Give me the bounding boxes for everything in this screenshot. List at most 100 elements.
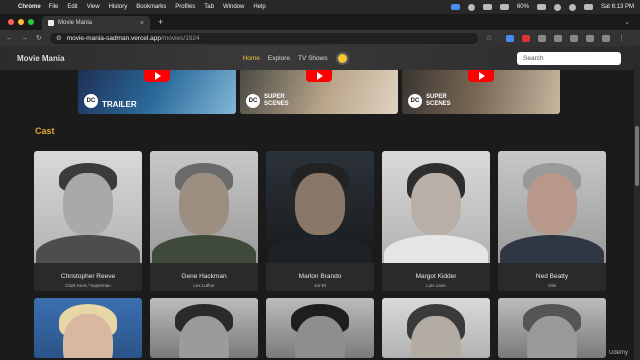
tab-movie-mania[interactable]: Movie Mania × xyxy=(42,16,150,30)
video-card[interactable]: DC SUPER SCENES xyxy=(240,70,398,114)
photo-shoulders xyxy=(384,235,488,263)
cast-name: Ned Beatty xyxy=(535,273,569,280)
cast-card[interactable] xyxy=(266,298,374,358)
search-input[interactable] xyxy=(517,52,621,65)
menu-history[interactable]: History xyxy=(109,4,128,10)
cast-card[interactable]: Marlon Brando Jor-El xyxy=(266,151,374,291)
theme-toggle-icon[interactable] xyxy=(337,53,347,63)
video-card[interactable]: DC SUPER SCENES xyxy=(402,70,560,114)
profile-avatar-icon[interactable] xyxy=(602,34,611,42)
site-header: Movie Mania Home Explore TV Shows xyxy=(0,46,634,70)
cast-card[interactable] xyxy=(382,298,490,358)
extension-icon-2[interactable] xyxy=(522,34,531,42)
cast-card[interactable] xyxy=(34,298,142,358)
play-icon[interactable] xyxy=(468,70,494,82)
menu-view[interactable]: View xyxy=(87,4,100,10)
menu-profiles[interactable]: Profiles xyxy=(175,4,195,10)
extension-icon-4[interactable] xyxy=(554,34,563,42)
dc-logo: DC xyxy=(84,94,98,108)
cast-card[interactable]: Gene Hackman Lex Luthor xyxy=(150,151,258,291)
new-tab-button[interactable]: + xyxy=(158,17,163,27)
forward-icon[interactable]: → xyxy=(21,35,28,42)
back-icon[interactable]: ← xyxy=(6,35,13,42)
cast-name: Marlon Brando xyxy=(298,273,342,280)
window-controls xyxy=(8,19,34,25)
cast-card[interactable]: Margot Kidder Lois Lane xyxy=(382,151,490,291)
status-icons: 60% Sat 6:13 PM xyxy=(450,3,634,11)
tab-strip: Movie Mania × + ⌄ xyxy=(0,14,640,30)
cast-heading: Cast xyxy=(35,126,55,136)
menu-bookmarks[interactable]: Bookmarks xyxy=(136,4,166,10)
cast-card[interactable]: Ned Beatty Otis xyxy=(498,151,606,291)
cast-card[interactable]: Christopher Reeve Clark Kent / Superman xyxy=(34,151,142,291)
page-scrollbar[interactable] xyxy=(634,46,640,360)
site-logo[interactable]: Movie Mania xyxy=(17,54,65,63)
cast-name: Gene Hackman xyxy=(181,273,227,280)
actor-photo xyxy=(266,298,374,358)
dc-logo: DC xyxy=(246,94,260,108)
nav-explore[interactable]: Explore xyxy=(268,55,290,62)
menu-file[interactable]: File xyxy=(49,4,59,10)
actor-photo xyxy=(34,151,142,263)
video-label-line2: SCENES xyxy=(426,101,451,107)
photo-face xyxy=(179,316,229,358)
control-center-icon[interactable] xyxy=(583,4,593,10)
minimize-window-button[interactable] xyxy=(18,19,24,25)
cloud-icon[interactable] xyxy=(482,4,492,10)
favicon-icon xyxy=(48,20,54,26)
photo-face xyxy=(411,173,461,235)
play-icon[interactable] xyxy=(144,70,170,82)
reload-icon[interactable]: ↻ xyxy=(36,34,42,42)
actor-photo xyxy=(498,298,606,358)
photo-shoulders xyxy=(268,235,372,263)
browser-menu-icon[interactable]: ⋮ xyxy=(618,34,625,42)
battery-percent: 60% xyxy=(516,4,529,10)
menu-clock[interactable]: Sat 6:13 PM xyxy=(601,4,634,10)
close-window-button[interactable] xyxy=(8,19,14,25)
close-tab-icon[interactable]: × xyxy=(140,20,144,27)
photo-face xyxy=(63,173,113,235)
extensions-puzzle-icon[interactable] xyxy=(570,34,579,42)
address-bar[interactable]: ⚙ movie-mania-sadman.vercel.app /movies/… xyxy=(49,32,478,44)
photo-face xyxy=(295,173,345,235)
bluetooth-icon[interactable] xyxy=(499,4,509,10)
zoom-window-button[interactable] xyxy=(28,19,34,25)
photo-shoulders xyxy=(36,235,140,263)
play-icon[interactable] xyxy=(306,70,332,82)
extension-icon-3[interactable] xyxy=(538,34,547,42)
spotlight-icon[interactable] xyxy=(568,3,576,11)
cast-role: Otis xyxy=(547,283,556,288)
menu-tab[interactable]: Tab xyxy=(204,4,214,10)
photo-face xyxy=(527,316,577,358)
sidebar-icon[interactable] xyxy=(586,34,595,42)
focus-icon[interactable] xyxy=(467,3,475,11)
screen-record-icon[interactable] xyxy=(450,4,460,10)
dc-logo: DC xyxy=(408,94,422,108)
scrollbar-thumb[interactable] xyxy=(635,126,639,186)
nav-home[interactable]: Home xyxy=(243,55,260,62)
cast-role: Jor-El xyxy=(314,283,326,288)
menu-help[interactable]: Help xyxy=(253,4,265,10)
menu-app-name[interactable]: Chrome xyxy=(18,4,41,10)
video-card[interactable]: DC TRAILER xyxy=(78,70,236,114)
photo-face xyxy=(527,173,577,235)
video-label-line1: SUPER xyxy=(426,94,447,100)
tab-search-chevron-icon[interactable]: ⌄ xyxy=(624,18,630,26)
menu-window[interactable]: Window xyxy=(223,4,244,10)
actor-photo xyxy=(34,298,142,358)
videos-row: DC TRAILER DC SUPER SCENES DC SUPER SCENES xyxy=(78,70,560,114)
extension-icon-1[interactable] xyxy=(506,34,515,42)
actor-photo xyxy=(382,151,490,263)
battery-icon[interactable] xyxy=(536,4,546,10)
video-label: SUPER SCENES xyxy=(264,94,289,108)
cast-card[interactable] xyxy=(150,298,258,358)
video-label-line2: SCENES xyxy=(264,101,289,107)
actor-photo xyxy=(266,151,374,263)
wifi-icon[interactable] xyxy=(553,3,561,11)
site-info-icon[interactable]: ⚙ xyxy=(56,34,62,42)
bookmark-star-icon[interactable]: ☆ xyxy=(486,34,492,42)
cast-card[interactable] xyxy=(498,298,606,358)
nav-tv-shows[interactable]: TV Shows xyxy=(298,55,328,62)
menu-edit[interactable]: Edit xyxy=(67,4,77,10)
video-label-line1: SUPER xyxy=(264,94,285,100)
